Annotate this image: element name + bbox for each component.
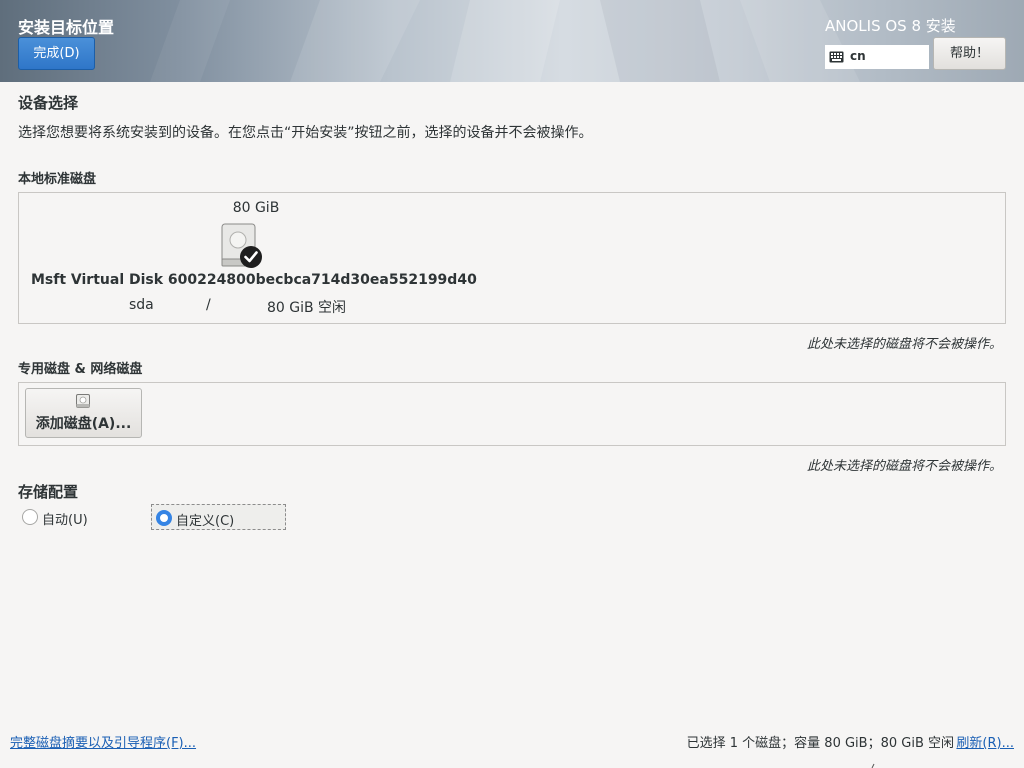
add-disk-button[interactable]: 添加磁盘(A)... bbox=[25, 388, 142, 438]
radio-automatic[interactable]: 自动(U) bbox=[18, 504, 128, 530]
page-title: 安装目标位置 bbox=[18, 18, 115, 37]
disk-add-icon bbox=[76, 394, 90, 408]
keyboard-icon bbox=[829, 51, 844, 63]
header-bar: 安装目标位置 完成(D) ANOLIS OS 8 安装 cn 帮助！ bbox=[0, 0, 1024, 82]
radio-automatic-circle[interactable] bbox=[22, 509, 38, 525]
special-disks-note: 此处未选择的磁盘将不会被操作。 bbox=[806, 459, 1002, 474]
local-disks-panel: 80 GiB Msft Virtual Disk 600224800becbca… bbox=[18, 192, 1006, 324]
add-disk-label: 添加磁盘(A)... bbox=[35, 416, 132, 432]
local-disks-title: 本地标准磁盘 bbox=[18, 172, 97, 187]
local-disks-note: 此处未选择的磁盘将不会被操作。 bbox=[806, 337, 1002, 352]
disk-name: Msft Virtual Disk 600224800becbca714d30e… bbox=[31, 272, 477, 288]
cursor-mark bbox=[871, 763, 875, 768]
help-button[interactable]: 帮助！ bbox=[933, 37, 1006, 70]
radio-automatic-label: 自动(U) bbox=[42, 513, 88, 528]
radio-custom[interactable]: 自定义(C) bbox=[151, 504, 286, 530]
special-disks-title: 专用磁盘 & 网络磁盘 bbox=[18, 362, 143, 377]
radio-custom-circle[interactable] bbox=[156, 510, 172, 526]
selection-summary: 已选择 1 个磁盘；容量 80 GiB；80 GiB 空闲 bbox=[686, 736, 954, 751]
done-button[interactable]: 完成(D) bbox=[18, 37, 95, 70]
header-background-decoration bbox=[150, 0, 860, 82]
radio-custom-label: 自定义(C) bbox=[176, 514, 235, 529]
full-disk-summary-link[interactable]: 完整磁盘摘要以及引导程序(F)... bbox=[10, 732, 196, 751]
refresh-link[interactable]: 刷新(R)... bbox=[956, 732, 1014, 751]
device-selection-description: 选择您想要将系统安装到的设备。在您点击“开始安装”按钮之前，选择的设备并不会被操… bbox=[18, 125, 593, 141]
storage-config-title: 存储配置 bbox=[18, 483, 79, 501]
disk-size: 80 GiB bbox=[232, 200, 280, 216]
disk-free-space: 80 GiB 空闲 bbox=[267, 300, 347, 316]
device-selection-title: 设备选择 bbox=[18, 94, 79, 112]
harddisk-icon[interactable] bbox=[221, 223, 265, 269]
special-disks-panel: 添加磁盘(A)... bbox=[18, 382, 1006, 446]
disk-device-name: sda bbox=[129, 297, 154, 313]
keyboard-layout-indicator[interactable]: cn bbox=[825, 45, 929, 69]
product-title: ANOLIS OS 8 安装 bbox=[825, 17, 956, 35]
keyboard-layout-label: cn bbox=[850, 49, 866, 63]
disk-mount-point: / bbox=[206, 297, 211, 313]
